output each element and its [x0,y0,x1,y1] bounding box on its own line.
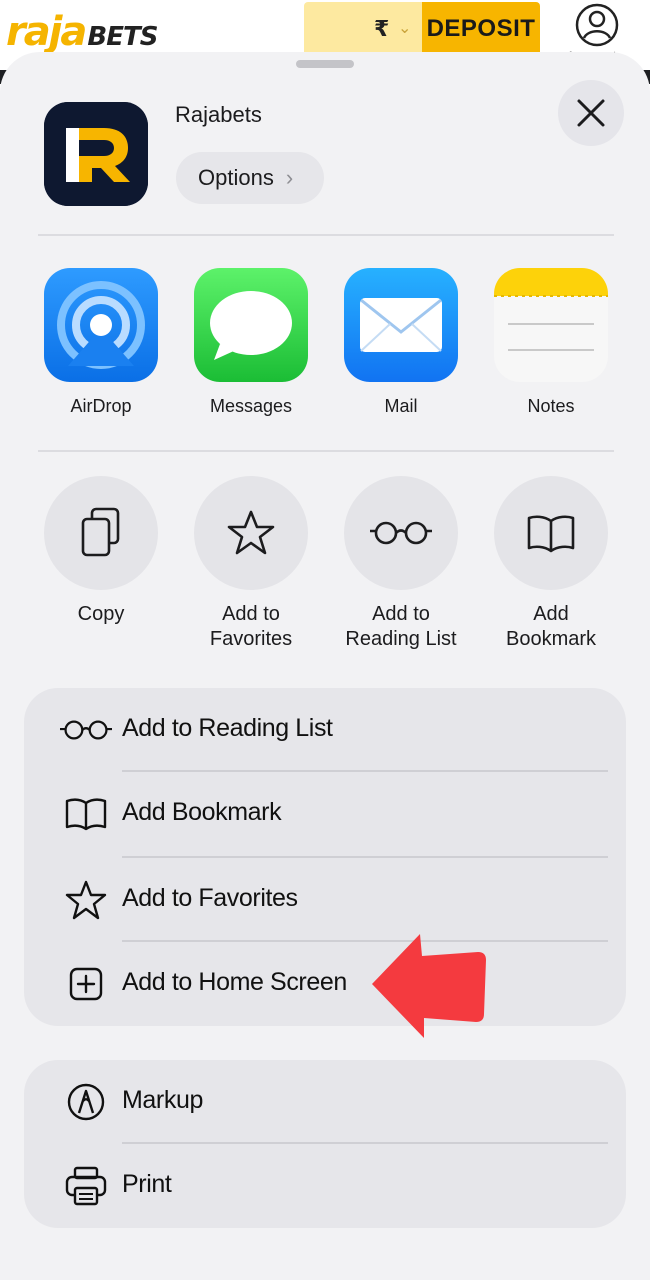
actions-list-group-1: Add to Reading List Add Bookmark Add to … [24,688,626,1026]
row-label: Markup [122,1086,203,1114]
red-arrow-icon [368,930,488,1042]
notes-icon [494,268,608,382]
messages-icon [194,268,308,382]
header-divider [38,234,614,236]
action-label-line2: Bookmark [505,628,597,650]
row-label: Add Bookmark [122,798,282,826]
rajabets-logo[interactable]: raja BETS [6,9,158,55]
options-button[interactable]: Options › [176,152,324,204]
add-to-reading-list-row[interactable]: Add to Reading List [24,688,626,772]
rajabets-app-icon [44,102,148,206]
glasses-icon [60,710,112,750]
glasses-icon [344,476,458,590]
add-bookmark-row[interactable]: Add Bookmark [24,772,626,856]
copy-label: Copy [31,602,171,627]
shared-app-name: Rajabets [175,102,262,127]
markup-icon [60,1082,112,1122]
chevron-down-icon: ⌄ [398,20,412,37]
action-label-line1: Copy [77,603,125,625]
airdrop-icon [44,268,158,382]
action-label-line2: Favorites [209,628,293,650]
printer-icon [60,1166,112,1206]
row-label: Print [122,1170,172,1198]
action-label-line1: Add to [222,603,280,625]
add-to-home-screen-row[interactable]: Add to Home Screen [24,942,626,1026]
markup-row[interactable]: Markup [24,1060,626,1144]
copy-icon [44,476,158,590]
logo-primary-text: raja [6,9,87,55]
reading-list-label: Add to Reading List [331,602,471,652]
share-app-label: Messages [209,396,293,416]
action-label-line2: Reading List [345,628,457,650]
share-sheet: Rajabets Options › AirDrop Messages Mail… [0,52,650,1280]
share-app-notes[interactable]: Notes [494,268,608,417]
plus-square-icon [60,964,112,1004]
print-row[interactable]: Print [24,1144,626,1228]
mail-icon [344,268,458,382]
actions-list-group-2: Markup Print [24,1060,626,1228]
apps-divider [38,450,614,452]
close-icon [577,99,605,127]
star-icon [60,880,112,920]
currency-symbol: ₹ [374,16,390,41]
share-app-label: Mail [384,396,418,416]
sheet-grabber[interactable] [296,60,354,68]
share-app-airdrop[interactable]: AirDrop [44,268,158,417]
copy-action[interactable]: Copy [31,476,171,627]
add-bookmark-action[interactable]: Add Bookmark [481,476,621,652]
action-label-line1: Add to [372,603,430,625]
logo-secondary-text: BETS [87,22,158,52]
account-icon[interactable] [574,2,620,48]
row-label: Add to Favorites [122,884,298,912]
chevron-right-icon: › [285,165,294,190]
row-label: Add to Home Screen [122,968,347,996]
row-label: Add to Reading List [122,714,333,742]
star-icon [194,476,308,590]
bookmark-label: Add Bookmark [481,602,621,652]
book-icon [60,794,112,834]
close-button[interactable] [558,80,624,146]
currency-selector[interactable]: ₹ ⌄ [304,2,422,56]
share-app-messages[interactable]: Messages [194,268,308,417]
add-to-favorites-row[interactable]: Add to Favorites [24,858,626,942]
action-label-line1: Add [533,603,569,625]
deposit-button[interactable]: DEPOSIT [422,2,540,56]
add-to-reading-list-action[interactable]: Add to Reading List [331,476,471,652]
share-app-mail[interactable]: Mail [344,268,458,417]
share-app-label: AirDrop [70,396,132,416]
favorites-label: Add to Favorites [181,602,321,652]
share-app-label: Notes [527,396,575,416]
options-label: Options [198,165,274,190]
book-icon [494,476,608,590]
add-to-favorites-action[interactable]: Add to Favorites [181,476,321,652]
